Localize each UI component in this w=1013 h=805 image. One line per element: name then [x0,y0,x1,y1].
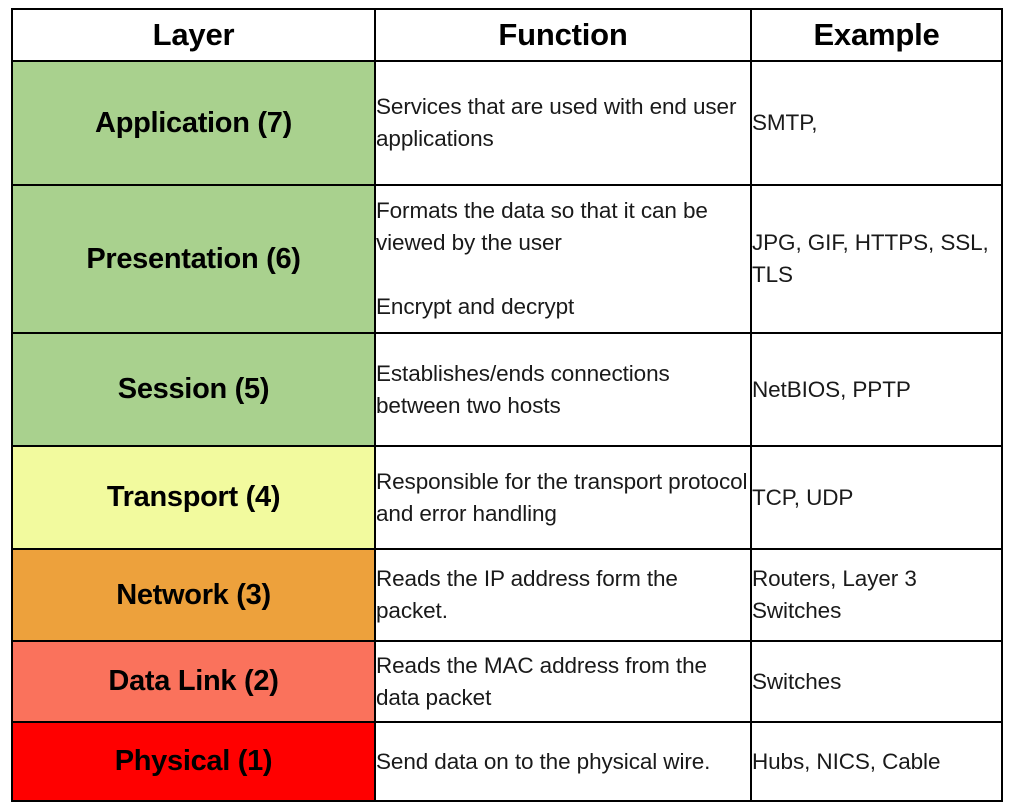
column-header-function: Function [374,8,752,62]
layer-label-physical: Physical (1) [114,745,273,777]
example-text-application: SMTP, [752,110,818,136]
example-cell-data-link: Switches [750,640,1003,723]
layer-cell-data-link: Data Link (2) [11,640,376,723]
layer-label-session: Session (5) [117,373,270,405]
function-cell-data-link: Reads the MAC address from the data pack… [374,640,752,723]
column-header-example: Example [750,8,1003,62]
function-text-physical: Send data on to the physical wire. [376,748,711,774]
layer-cell-presentation: Presentation (6) [11,184,376,334]
layer-label-transport: Transport (4) [106,481,281,513]
column-header-layer: Layer [11,8,376,62]
layer-label-data-link: Data Link (2) [108,665,279,697]
function-text-session: Establishes/ends connections between two… [376,360,670,418]
layer-cell-session: Session (5) [11,332,376,447]
function-text-presentation: Formats the data so that it can be viewe… [376,198,708,319]
layer-label-application: Application (7) [95,106,292,139]
example-text-session: NetBIOS, PPTP [752,376,911,402]
table-row-application: Application (7) Services that are used w… [11,60,1003,186]
function-text-transport: Responsible for the transport protocol a… [376,468,748,526]
example-cell-application: SMTP, [750,60,1003,186]
layer-cell-network: Network (3) [11,548,376,642]
osi-model-table: Layer Function Example Application (7) S… [11,8,1003,802]
layer-cell-transport: Transport (4) [11,445,376,550]
layer-cell-application: Application (7) [11,60,376,186]
table-row-session: Session (5) Establishes/ends connections… [11,332,1003,447]
example-text-transport: TCP, UDP [752,484,854,510]
function-cell-transport: Responsible for the transport protocol a… [374,445,752,550]
function-cell-session: Establishes/ends connections between two… [374,332,752,447]
table-row-transport: Transport (4) Responsible for the transp… [11,445,1003,550]
function-text-network: Reads the IP address form the packet. [376,566,678,623]
example-text-physical: Hubs, NICS, Cable [752,748,941,774]
function-text-application: Services that are used with end user app… [376,94,737,151]
table-row-data-link: Data Link (2) Reads the MAC address from… [11,640,1003,723]
layer-label-presentation: Presentation (6) [86,242,301,275]
function-cell-presentation: Formats the data so that it can be viewe… [374,184,752,334]
example-text-presentation: JPG, GIF, HTTPS, SSL, TLS [752,230,989,287]
example-cell-physical: Hubs, NICS, Cable [750,721,1003,802]
layer-label-network: Network (3) [116,578,271,611]
table-header-row: Layer Function Example [11,8,1003,62]
function-cell-physical: Send data on to the physical wire. [374,721,752,802]
example-cell-session: NetBIOS, PPTP [750,332,1003,447]
example-cell-transport: TCP, UDP [750,445,1003,550]
function-text-data-link: Reads the MAC address from the data pack… [376,652,707,710]
example-cell-presentation: JPG, GIF, HTTPS, SSL, TLS [750,184,1003,334]
example-text-network: Routers, Layer 3 Switches [752,566,917,623]
table-row-network: Network (3) Reads the IP address form th… [11,548,1003,642]
osi-model-table-container: Layer Function Example Application (7) S… [11,8,1003,802]
table-row-presentation: Presentation (6) Formats the data so tha… [11,184,1003,334]
example-text-data-link: Switches [752,668,842,694]
function-cell-application: Services that are used with end user app… [374,60,752,186]
example-cell-network: Routers, Layer 3 Switches [750,548,1003,642]
table-body: Application (7) Services that are used w… [11,60,1003,802]
table-row-physical: Physical (1) Send data on to the physica… [11,721,1003,802]
function-cell-network: Reads the IP address form the packet. [374,548,752,642]
layer-cell-physical: Physical (1) [11,721,376,802]
